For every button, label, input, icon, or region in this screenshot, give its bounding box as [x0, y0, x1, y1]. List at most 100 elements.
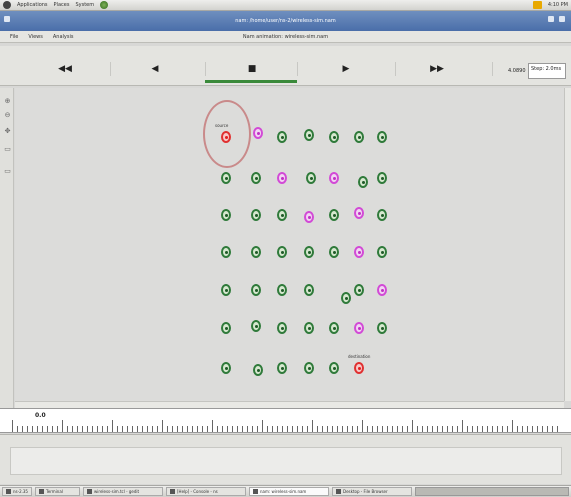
monitor-area[interactable] — [10, 447, 562, 475]
fast-forward-button[interactable]: ▶▶ — [425, 60, 449, 78]
timeline-tick — [122, 426, 123, 432]
zoom-out-icon[interactable]: ⊖ — [3, 110, 12, 119]
network-node[interactable] — [277, 209, 287, 221]
network-node[interactable] — [329, 322, 339, 334]
network-node[interactable] — [253, 364, 263, 376]
network-node[interactable] — [277, 131, 287, 143]
web-browser-icon[interactable] — [100, 1, 109, 9]
close-icon[interactable] — [559, 16, 565, 22]
network-node[interactable] — [329, 209, 339, 221]
network-node[interactable] — [304, 284, 314, 296]
network-icon[interactable] — [532, 1, 542, 9]
network-node[interactable] — [329, 172, 339, 184]
network-node[interactable] — [253, 127, 263, 139]
taskbar: ns-2.35 Terminal wireless-sim.tcl - gedi… — [0, 485, 571, 497]
network-node[interactable] — [354, 246, 364, 258]
taskbar-item-label: [Help] - Console - ns — [177, 489, 218, 494]
window-menu-icon[interactable] — [4, 16, 10, 22]
network-node[interactable] — [277, 246, 287, 258]
taskbar-item-gedit[interactable]: wireless-sim.tcl - gedit — [83, 487, 163, 496]
timeline-tick — [522, 426, 523, 432]
timeline-tick — [107, 426, 108, 432]
network-node[interactable] — [277, 362, 287, 374]
nam-icon — [253, 489, 258, 494]
workspace-switcher[interactable] — [415, 487, 569, 496]
rewind-button[interactable]: ◀◀ — [55, 60, 75, 78]
network-node[interactable] — [277, 284, 287, 296]
taskbar-item-console[interactable]: [Help] - Console - ns — [166, 487, 246, 496]
network-node[interactable] — [221, 131, 231, 143]
network-node[interactable] — [251, 172, 261, 184]
timeline-slider[interactable]: 0.0 — [0, 408, 571, 433]
network-node[interactable] — [306, 172, 316, 184]
network-node[interactable] — [251, 320, 261, 332]
system-menu[interactable]: System — [75, 2, 94, 8]
network-node[interactable] — [354, 207, 364, 219]
network-node[interactable] — [304, 211, 314, 223]
network-node[interactable] — [329, 246, 339, 258]
network-node[interactable] — [221, 362, 231, 374]
network-node[interactable] — [304, 362, 314, 374]
taskbar-item-ns[interactable]: ns-2.35 — [2, 487, 32, 496]
select-icon[interactable]: ▭ — [3, 166, 12, 175]
timeline-tick — [77, 426, 78, 432]
timeline-tick — [437, 426, 438, 432]
timeline-tick — [482, 426, 483, 432]
edit-icon[interactable]: ▭ — [3, 144, 12, 153]
minimize-icon[interactable] — [548, 16, 554, 22]
separator — [297, 62, 298, 76]
timeline-tick — [207, 426, 208, 432]
timeline-tick — [377, 426, 378, 432]
network-node[interactable] — [251, 284, 261, 296]
network-node[interactable] — [354, 284, 364, 296]
network-node[interactable] — [304, 246, 314, 258]
network-node[interactable] — [358, 176, 368, 188]
network-node[interactable] — [354, 362, 364, 374]
network-node[interactable] — [251, 209, 261, 221]
pan-icon[interactable]: ✥ — [3, 126, 12, 135]
timeline-tick — [477, 426, 478, 432]
network-node[interactable] — [341, 292, 351, 304]
places-menu[interactable]: Places — [54, 2, 70, 8]
panel-clock[interactable]: 4:10 PM — [548, 2, 568, 8]
network-node[interactable] — [304, 322, 314, 334]
taskbar-item-nam[interactable]: nam: wireless-sim.nam — [249, 487, 329, 496]
network-node[interactable] — [221, 172, 231, 184]
network-node[interactable] — [377, 131, 387, 143]
network-node[interactable] — [377, 172, 387, 184]
window-title-bar[interactable]: nam: /home/user/ns-2/wireless-sim.nam — [0, 11, 571, 31]
network-node[interactable] — [304, 129, 314, 141]
timeline-tick — [352, 426, 353, 432]
gnome-foot-icon[interactable] — [3, 1, 11, 9]
network-node[interactable] — [221, 322, 231, 334]
network-node[interactable] — [277, 172, 287, 184]
back-button[interactable]: ◀ — [145, 60, 165, 78]
network-node[interactable] — [221, 209, 231, 221]
stop-button[interactable]: ■ — [242, 60, 262, 78]
network-node[interactable] — [221, 246, 231, 258]
timeline-tick — [37, 426, 38, 432]
step-input[interactable]: Step: 2.0ms — [528, 63, 566, 79]
network-node[interactable] — [329, 131, 339, 143]
horizontal-scrollbar[interactable] — [15, 401, 564, 408]
speed-slider[interactable] — [205, 80, 297, 83]
network-node[interactable] — [221, 284, 231, 296]
network-node[interactable] — [329, 362, 339, 374]
network-canvas[interactable]: source destination — [15, 88, 564, 401]
network-node[interactable] — [377, 322, 387, 334]
play-button[interactable]: ▶ — [336, 60, 356, 78]
zoom-in-icon[interactable]: ⊕ — [3, 96, 12, 105]
applications-menu[interactable]: Applications — [17, 2, 48, 8]
network-node[interactable] — [277, 322, 287, 334]
network-node[interactable] — [377, 284, 387, 296]
vertical-scrollbar[interactable] — [564, 88, 571, 401]
taskbar-item-terminal[interactable]: Terminal — [35, 487, 80, 496]
network-node[interactable] — [354, 131, 364, 143]
network-node[interactable] — [377, 246, 387, 258]
timeline-tick — [282, 426, 283, 432]
network-node[interactable] — [377, 209, 387, 221]
network-node[interactable] — [251, 246, 261, 258]
timeline-tick — [137, 426, 138, 432]
taskbar-item-file-browser[interactable]: Desktop - File Browser — [332, 487, 412, 496]
network-node[interactable] — [354, 322, 364, 334]
